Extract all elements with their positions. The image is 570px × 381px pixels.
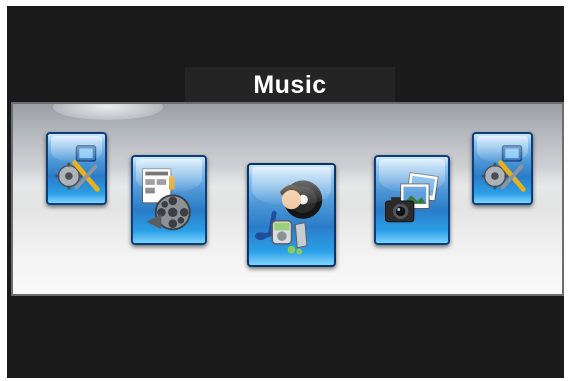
setup-tools-icon	[55, 144, 100, 192]
media-player-screen: Music	[7, 6, 564, 378]
menu-item-photo[interactable]	[374, 155, 450, 245]
menu-title-bar: Music	[185, 67, 395, 104]
menu-item-setup-left[interactable]	[46, 132, 107, 205]
menu-title: Music	[253, 71, 327, 99]
menu-item-setup-right[interactable]	[472, 132, 533, 205]
music-icon	[254, 180, 323, 255]
menu-item-music[interactable]	[247, 163, 336, 267]
setup-tools-icon	[481, 144, 526, 192]
band-highlight	[53, 104, 163, 120]
photo-camera-icon	[385, 172, 439, 223]
movie-reel-icon	[142, 168, 191, 231]
menu-item-movie[interactable]	[131, 155, 207, 245]
